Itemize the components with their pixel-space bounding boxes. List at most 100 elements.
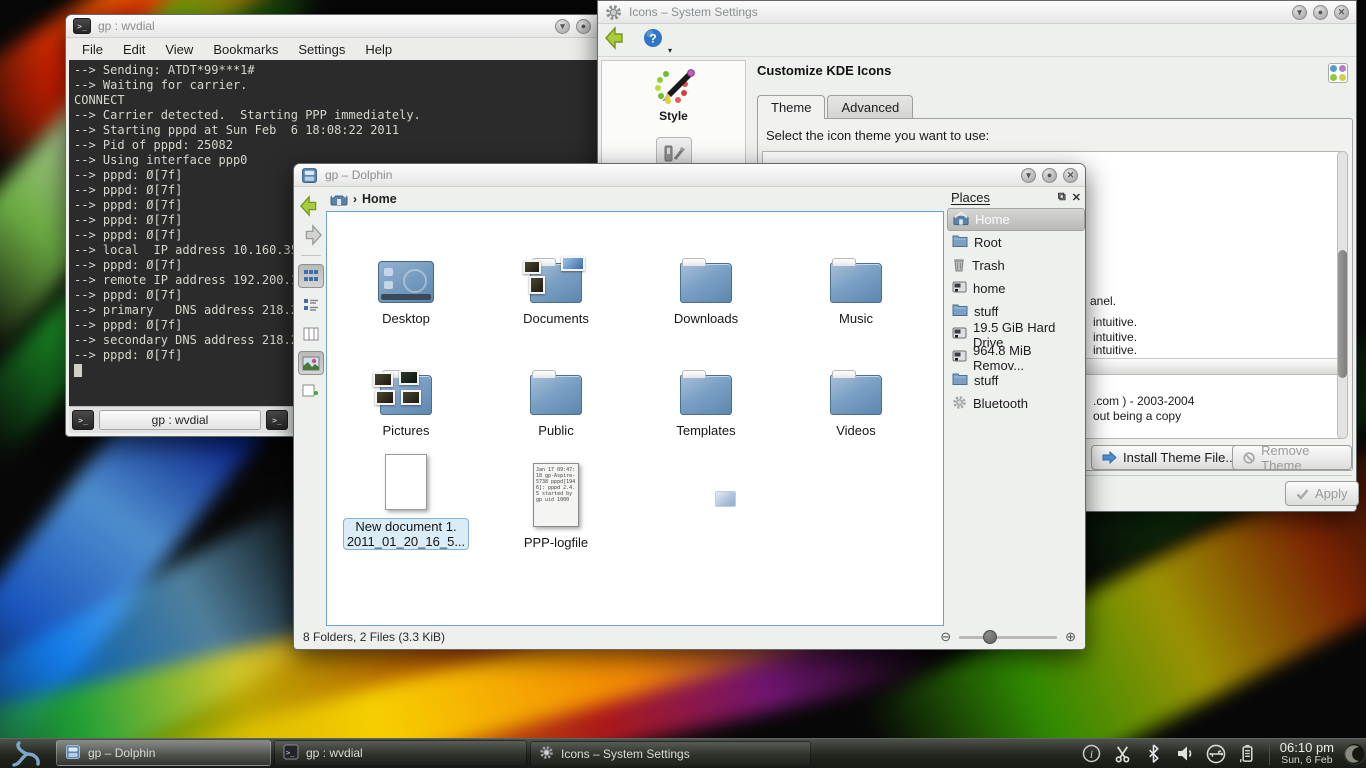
close-panel-icon[interactable]: ✕ bbox=[1072, 191, 1081, 204]
places-item-label: 964.8 MiB Remov... bbox=[973, 343, 1085, 373]
usb-icon[interactable] bbox=[1206, 744, 1226, 764]
places-item-home[interactable]: Home bbox=[947, 208, 1085, 231]
back-button[interactable] bbox=[604, 26, 630, 55]
install-theme-button[interactable]: Install Theme File... bbox=[1091, 445, 1247, 470]
close-button[interactable]: ✕ bbox=[1334, 5, 1349, 20]
help-button[interactable]: ? ▾ bbox=[642, 27, 664, 54]
remove-theme-button[interactable]: Remove Theme bbox=[1232, 445, 1352, 470]
file-item-pictures[interactable]: Pictures bbox=[331, 330, 481, 442]
forward-button[interactable] bbox=[298, 223, 324, 247]
file-label-line: 2011_01_20_16_5... bbox=[347, 534, 465, 549]
file-label: Documents bbox=[523, 311, 589, 326]
menu-item-file[interactable]: File bbox=[72, 40, 113, 59]
file-item-videos[interactable]: Videos bbox=[781, 330, 931, 442]
panel-toolbox-cashew[interactable] bbox=[1340, 739, 1366, 768]
app-launcher-button[interactable] bbox=[0, 739, 56, 768]
float-panel-icon[interactable]: ⧉ bbox=[1058, 191, 1066, 204]
home-breadcrumb-icon[interactable] bbox=[330, 190, 348, 209]
battery-icon[interactable] bbox=[1237, 744, 1257, 764]
places-item-trash[interactable]: Trash bbox=[947, 254, 1085, 277]
task-label: gp : wvdial bbox=[306, 746, 363, 760]
maximize-button[interactable]: ● bbox=[576, 19, 591, 34]
theme-list-text-fragment: intuitive. bbox=[1093, 315, 1137, 329]
theme-info-text-fragment: .com ) - 2003-2004 bbox=[1093, 394, 1194, 408]
tab-theme[interactable]: Theme bbox=[757, 95, 825, 119]
file-item-music[interactable]: Music bbox=[781, 218, 931, 330]
minimize-button[interactable]: ▾ bbox=[1021, 168, 1036, 183]
file-item-downloads[interactable]: Downloads bbox=[631, 218, 781, 330]
file-label: Music bbox=[839, 311, 873, 326]
new-tab-button[interactable]: >_ bbox=[72, 410, 94, 430]
taskbar-task-3[interactable]: Icons – System Settings bbox=[530, 741, 811, 767]
theme-list-text-fragment: anel. bbox=[1090, 294, 1116, 308]
menu-item-bookmarks[interactable]: Bookmarks bbox=[203, 40, 288, 59]
places-item-bluetooth[interactable]: Bluetooth bbox=[947, 392, 1085, 415]
file-item-templates[interactable]: Templates bbox=[631, 330, 781, 442]
menu-item-edit[interactable]: Edit bbox=[113, 40, 155, 59]
terminal-cursor bbox=[74, 364, 82, 377]
file-label-line: Desktop bbox=[382, 311, 430, 326]
split-view-button[interactable] bbox=[298, 380, 324, 404]
file-item-ppp-logfile[interactable]: Jan 17 09:47:18 gp-Aspire-5738 pppd[1946… bbox=[481, 442, 631, 554]
maximize-button[interactable]: ● bbox=[1042, 168, 1057, 183]
scissors-icon[interactable] bbox=[1113, 744, 1133, 764]
places-item-root[interactable]: Root bbox=[947, 231, 1085, 254]
file-label-line: PPP-logfile bbox=[524, 535, 588, 550]
tab-advanced[interactable]: Advanced bbox=[827, 95, 913, 120]
overview-icon[interactable] bbox=[1328, 63, 1348, 83]
tab-list-button[interactable]: >_ bbox=[266, 410, 288, 430]
file-label-line: Music bbox=[839, 311, 873, 326]
theme-list-text-fragment: intuitive. bbox=[1093, 330, 1137, 344]
system-settings-title: Icons – System Settings bbox=[629, 5, 758, 19]
dolphin-icon bbox=[65, 744, 81, 763]
info-icon[interactable]: i bbox=[1082, 744, 1102, 764]
dolphin-titlebar[interactable]: gp – Dolphin ▾ ● ✕ bbox=[294, 164, 1085, 187]
icons-view-button[interactable] bbox=[298, 264, 324, 288]
apply-button[interactable]: Apply bbox=[1285, 481, 1359, 506]
taskbar-task-2[interactable]: >_gp : wvdial bbox=[274, 740, 527, 766]
scrollbar-thumb[interactable] bbox=[1338, 250, 1347, 378]
close-button[interactable]: ✕ bbox=[1063, 168, 1078, 183]
places-item-home[interactable]: home bbox=[947, 277, 1085, 300]
zoom-in-icon[interactable]: ⊕ bbox=[1065, 629, 1076, 645]
thumbnail-artifact bbox=[715, 491, 736, 507]
system-settings-titlebar[interactable]: Icons – System Settings ▾ ● ✕ bbox=[598, 1, 1356, 24]
breadcrumb-home[interactable]: Home bbox=[362, 192, 397, 206]
minimize-button[interactable]: ▾ bbox=[1292, 5, 1307, 20]
menu-item-help[interactable]: Help bbox=[355, 40, 402, 59]
launcher-logo-icon bbox=[11, 741, 45, 767]
scrollbar[interactable] bbox=[1337, 151, 1348, 439]
file-item-new-document-1-[interactable]: New document 1.2011_01_20_16_5... bbox=[331, 442, 481, 554]
taskbar-task-1[interactable]: gp – Dolphin bbox=[56, 740, 271, 766]
konsole-tab[interactable]: gp : wvdial bbox=[99, 410, 261, 430]
file-item-public[interactable]: Public bbox=[481, 330, 631, 442]
photo-thumbnail bbox=[561, 256, 585, 271]
menu-item-settings[interactable]: Settings bbox=[288, 40, 355, 59]
zoom-slider-knob[interactable] bbox=[983, 630, 997, 644]
sidebar-item-style[interactable]: Style bbox=[602, 61, 745, 123]
dolphin-icon bbox=[301, 167, 318, 184]
file-label: New document 1.2011_01_20_16_5... bbox=[343, 518, 469, 550]
photo-thumbnail bbox=[375, 390, 395, 405]
chevron-down-icon: ▾ bbox=[668, 46, 672, 55]
file-item-desktop[interactable]: Desktop bbox=[331, 218, 481, 330]
zoom-out-icon[interactable]: ⊖ bbox=[940, 629, 951, 645]
folder-view[interactable]: Desktop Documents Downloads Music PicturesPu… bbox=[326, 211, 944, 626]
back-button[interactable] bbox=[298, 194, 324, 218]
preview-toggle-button[interactable] bbox=[298, 351, 324, 375]
bluetooth-icon[interactable] bbox=[1144, 744, 1164, 764]
file-item-documents[interactable]: Documents bbox=[481, 218, 631, 330]
places-item-964-8-mib-remov-[interactable]: 964.8 MiB Remov... bbox=[947, 346, 1085, 369]
minimize-button[interactable]: ▾ bbox=[555, 19, 570, 34]
photo-thumbnail bbox=[399, 370, 419, 385]
menu-item-view[interactable]: View bbox=[155, 40, 203, 59]
details-view-button[interactable] bbox=[298, 293, 324, 317]
columns-view-button[interactable] bbox=[298, 322, 324, 346]
instruction-text: Select the icon theme you want to use: bbox=[766, 128, 989, 143]
konsole-titlebar[interactable]: >_ gp : wvdial ▾ ● ✕ bbox=[66, 15, 619, 38]
maximize-button[interactable]: ● bbox=[1313, 5, 1328, 20]
volume-icon[interactable] bbox=[1175, 744, 1195, 764]
dolphin-window: gp – Dolphin ▾ ● ✕ › Home bbox=[293, 163, 1086, 650]
clock[interactable]: 06:10 pm Sun, 6 Feb bbox=[1274, 741, 1340, 767]
zoom-slider[interactable] bbox=[959, 630, 1057, 644]
